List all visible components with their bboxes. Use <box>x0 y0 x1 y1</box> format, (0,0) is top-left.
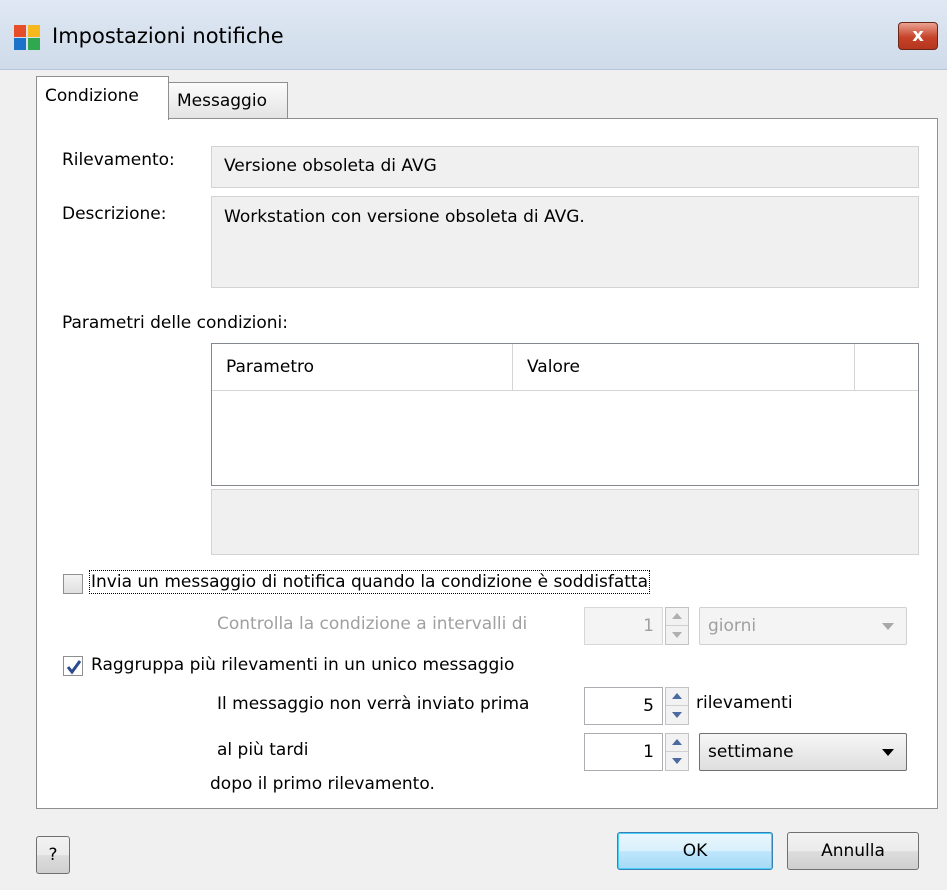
min-detections-unit: rilevamenti <box>696 693 793 713</box>
notify-checkbox-label[interactable]: Invia un messaggio di notifica quando la… <box>88 570 651 594</box>
cancel-button[interactable]: Annulla <box>787 832 919 870</box>
interval-label: Controlla la condizione a intervalli di <box>217 614 528 634</box>
spin-down-icon[interactable] <box>666 626 688 644</box>
max-delay-unit-select[interactable]: settimane <box>699 733 907 771</box>
checkmark-icon <box>66 660 82 675</box>
parameters-table[interactable]: Parametro Valore <box>211 343 919 486</box>
spin-down-icon[interactable] <box>666 706 688 724</box>
column-parametro[interactable]: Parametro <box>212 344 513 391</box>
parametri-label: Parametri delle condizioni: <box>62 313 288 333</box>
spin-down-icon[interactable] <box>666 752 688 770</box>
help-button[interactable]: ? <box>36 836 70 874</box>
interval-spinner[interactable] <box>665 607 689 645</box>
max-delay-unit-value: settimane <box>708 742 794 762</box>
max-delay-label: al più tardi <box>217 740 309 760</box>
min-detections-spinner[interactable] <box>665 687 689 725</box>
chevron-down-icon <box>882 623 894 630</box>
max-delay-spinner[interactable] <box>665 733 689 771</box>
spin-up-icon[interactable] <box>666 734 688 752</box>
parameters-table-header: Parametro Valore <box>212 344 918 391</box>
descrizione-label: Descrizione: <box>62 204 167 224</box>
after-first-detection-label: dopo il primo rilevamento. <box>210 774 435 794</box>
rilevamento-field: Versione obsoleta di AVG <box>211 146 919 188</box>
group-checkbox[interactable] <box>63 656 83 676</box>
chevron-down-icon <box>882 749 894 756</box>
min-detections-label: Il messaggio non verrà inviato prima <box>217 694 530 714</box>
ok-button[interactable]: OK <box>617 832 773 870</box>
interval-input[interactable]: 1 <box>584 607 663 645</box>
notify-checkbox[interactable] <box>63 574 83 594</box>
parameter-description-box <box>211 489 919 555</box>
max-delay-input[interactable]: 1 <box>584 733 663 771</box>
min-detections-input[interactable]: 5 <box>584 687 663 725</box>
descrizione-field: Workstation con versione obsoleta di AVG… <box>211 196 919 288</box>
spin-up-icon[interactable] <box>666 688 688 706</box>
group-checkbox-label[interactable]: Raggruppa più rilevamenti in un unico me… <box>91 655 514 675</box>
spin-up-icon[interactable] <box>666 608 688 626</box>
column-valore[interactable]: Valore <box>513 344 855 391</box>
rilevamento-label: Rilevamento: <box>62 150 175 170</box>
interval-unit-value: giorni <box>708 616 757 636</box>
interval-unit-select[interactable]: giorni <box>699 607 907 645</box>
